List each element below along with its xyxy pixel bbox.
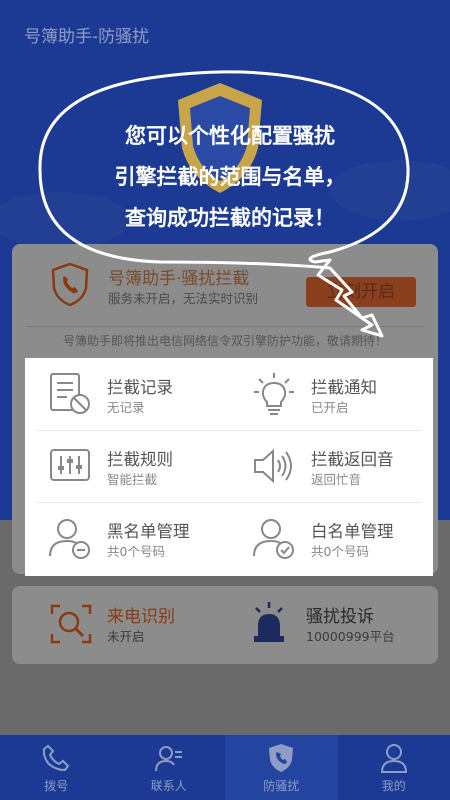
grid-item-title: 拦截返回音: [311, 450, 394, 469]
person-icon: [380, 744, 407, 773]
tab-anti-harassment[interactable]: 防骚扰: [225, 735, 338, 800]
caller-id-title[interactable]: 来电识别: [107, 602, 175, 627]
notice-text: 号簿助手即将推出电信网络信令双引擎防护功能，敬请期待！: [62, 334, 387, 348]
record-blocked-icon: [50, 373, 90, 414]
tab-mine[interactable]: 我的: [338, 735, 450, 800]
grid-item-intercept-records[interactable]: 拦截记录 无记录: [25, 358, 225, 430]
user-check-icon: [253, 519, 294, 559]
grid-item-return-tone[interactable]: 拦截返回音 返回忙音: [229, 430, 429, 502]
feature-grid: 拦截记录 无记录 拦截通知 已开启 拦截规则 智能拦截 拦截返回音 返回忙音 黑…: [25, 358, 433, 576]
tab-label: 联系人: [150, 779, 187, 793]
grid-item-title: 拦截记录: [107, 378, 173, 397]
grid-item-blacklist[interactable]: 黑名单管理 共0个号码: [25, 502, 225, 574]
grid-item-title: 白名单管理: [311, 522, 394, 541]
grid-item-title: 黑名单管理: [107, 522, 190, 541]
guide-line-3: 查询成功拦截的记录！: [125, 206, 335, 230]
sliders-icon: [50, 449, 90, 481]
grid-item-sub: 智能拦截: [107, 472, 158, 487]
caller-id-status: 未开启: [107, 629, 145, 644]
lightbulb-icon: [254, 373, 294, 415]
grid-item-intercept-notify[interactable]: 拦截通知 已开启: [229, 358, 429, 430]
tab-dial[interactable]: 拨号: [0, 735, 113, 800]
shield-phone-icon: [269, 744, 293, 772]
grid-item-intercept-rules[interactable]: 拦截规则 智能拦截: [25, 430, 225, 502]
enable-now-button[interactable]: 立刻开启: [306, 277, 416, 307]
grid-item-title: 拦截规则: [107, 450, 173, 469]
grid-item-title: 拦截通知: [311, 378, 377, 397]
complaint-platform: 10000999平台: [306, 629, 395, 644]
shield-phone-icon: [51, 262, 89, 306]
complaint-title[interactable]: 骚扰投诉: [306, 602, 374, 627]
tab-label: 防骚扰: [263, 779, 300, 793]
tab-label: 拨号: [44, 779, 69, 793]
user-minus-icon: [49, 519, 90, 559]
bottom-tab-bar: 拨号 联系人 防骚扰 我的: [0, 735, 450, 800]
guide-line-1: 您可以个性化配置骚扰: [125, 124, 335, 148]
tab-label: 我的: [381, 779, 406, 793]
grid-item-sub: 已开启: [311, 400, 349, 415]
service-card: 来电识别 未开启 骚扰投诉 10000999平台: [12, 586, 438, 664]
page-title: 号簿助手-防骚扰: [24, 27, 150, 47]
caller-search-icon[interactable]: [48, 602, 94, 646]
contacts-icon: [154, 746, 182, 772]
tab-contacts[interactable]: 联系人: [113, 735, 226, 800]
grid-item-sub: 共0个号码: [311, 544, 369, 559]
intercept-title: 号簿助手·骚扰拦截: [108, 269, 250, 289]
intercept-subtitle: 服务未开启，无法实时识别: [108, 291, 259, 306]
grid-item-sub: 共0个号码: [107, 544, 165, 559]
speaker-icon: [254, 448, 292, 484]
guide-line-2: 引擎拦截的范围与名单，: [114, 165, 346, 189]
phone-icon: [42, 744, 70, 772]
grid-item-sub: 无记录: [107, 400, 145, 415]
grid-item-sub: 返回忙音: [311, 472, 362, 487]
divider: [26, 326, 424, 327]
grid-item-whitelist[interactable]: 白名单管理 共0个号码: [229, 502, 429, 574]
alarm-light-icon[interactable]: [252, 600, 286, 646]
